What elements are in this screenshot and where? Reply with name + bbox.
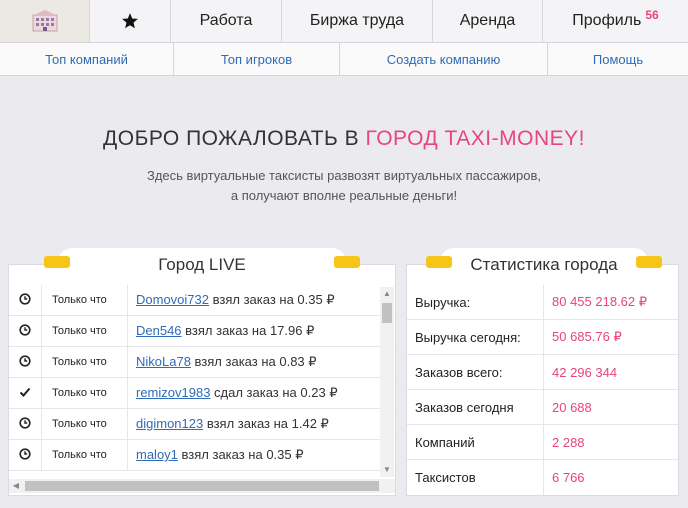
horizontal-scrollbar[interactable]: ◀	[9, 479, 395, 493]
notification-badge: 56	[645, 8, 659, 22]
link-top-players[interactable]: Топ игроков	[174, 43, 340, 75]
live-row-time: Только что	[42, 377, 128, 409]
live-row-icon-cell	[9, 346, 42, 378]
scroll-up-arrow-icon[interactable]: ▲	[380, 287, 394, 301]
nav-labor-exchange[interactable]: Биржа труда	[282, 0, 433, 42]
title-prefix: ДОБРО ПОЖАЛОВАТЬ В	[103, 127, 360, 150]
live-row-icon-cell	[9, 408, 42, 440]
live-feed-row: Только что maloy1 взял заказ на 0.35 ₽	[9, 439, 395, 471]
live-feed-row: Только что Domovoi732 взял заказ на 0.35 …	[9, 285, 395, 316]
live-row-message: remizov1983 сдал заказ на 0.23 ₽	[128, 385, 338, 401]
sub-navigation: Топ компаний Топ игроков Создать компани…	[0, 43, 688, 76]
page-title: ДОБРО ПОЖАЛОВАТЬ В ГОРОД TAXI-MONEY!	[0, 127, 688, 151]
stats-row: Выручка: 80 455 218.62 ₽	[407, 285, 678, 320]
live-row-action: взял заказ на 0.35 ₽	[177, 447, 304, 462]
city-building-icon	[31, 10, 58, 32]
vertical-scrollbar[interactable]: ▲ ▼	[380, 287, 394, 477]
live-row-icon-cell	[9, 315, 42, 347]
stats-row: Компаний 2 288	[407, 425, 678, 460]
live-row-message: digimon123 взял заказ на 1.42 ₽	[128, 416, 329, 432]
stats-table: Выручка: 80 455 218.62 ₽ Выручка сегодня: 5…	[407, 285, 678, 495]
live-row-action: взял заказ на 0.83 ₽	[190, 354, 317, 369]
nav-favorites[interactable]	[90, 0, 171, 42]
top-navigation: Работа Биржа труда Аренда Профиль 56	[0, 0, 688, 43]
live-row-action: сдал заказ на 0.23 ₽	[210, 385, 338, 400]
live-row-time: Только что	[42, 315, 128, 347]
stats-label: Заказов всего:	[407, 355, 544, 389]
live-feed-row: Только что NikoLa78 взял заказ на 0.83 ₽	[9, 346, 395, 378]
live-row-action: взял заказ на 1.42 ₽	[203, 416, 329, 431]
clock-icon	[19, 416, 31, 432]
stats-label: Компаний	[407, 425, 544, 459]
subtitle-line-1: Здесь виртуальные таксисты развозят вирт…	[146, 168, 542, 183]
star-icon	[122, 13, 138, 29]
live-feed-list[interactable]: Только что Domovoi732 взял заказ на 0.35 …	[9, 285, 395, 477]
live-row-message: maloy1 взял заказ на 0.35 ₽	[128, 447, 304, 463]
live-row-icon-cell	[9, 439, 42, 471]
live-row-message: Domovoi732 взял заказ на 0.35 ₽	[128, 292, 335, 308]
page-subtitle: Здесь виртуальные таксисты развозят вирт…	[0, 166, 688, 206]
nav-home[interactable]	[0, 0, 90, 42]
stats-value: 42 296 344	[552, 364, 618, 380]
live-row-message: NikoLa78 взял заказ на 0.83 ₽	[128, 354, 317, 370]
link-help[interactable]: Помощь	[548, 43, 688, 75]
link-create-company[interactable]: Создать компанию	[340, 43, 548, 75]
nav-work[interactable]: Работа	[171, 0, 282, 42]
clock-icon	[19, 292, 31, 308]
clock-icon	[19, 447, 31, 463]
live-panel-title: Город LIVE	[44, 248, 360, 276]
stats-label: Заказов сегодня	[407, 390, 544, 424]
check-icon	[19, 386, 31, 401]
stats-value: 80 455 218.62 ₽	[552, 294, 648, 309]
player-link[interactable]: Den546	[136, 323, 182, 338]
live-row-message: Den546 взял заказ на 17.96 ₽	[128, 323, 314, 339]
stats-label: Выручка:	[407, 285, 544, 319]
player-link[interactable]: digimon123	[136, 416, 203, 431]
link-top-companies[interactable]: Топ компаний	[0, 43, 174, 75]
player-link[interactable]: Domovoi732	[136, 292, 209, 307]
horizontal-scroll-thumb[interactable]	[25, 481, 379, 491]
live-row-time: Только что	[42, 346, 128, 378]
player-link[interactable]: remizov1983	[136, 385, 210, 400]
live-row-icon-cell	[9, 285, 42, 316]
stats-value: 2 288	[552, 434, 585, 450]
live-feed-panel: Только что Domovoi732 взял заказ на 0.35 …	[8, 264, 396, 496]
nav-profile-label: Профиль	[572, 12, 642, 29]
scroll-thumb[interactable]	[382, 303, 392, 323]
live-feed-row: Только что remizov1983 сдал заказ на 0.23…	[9, 377, 395, 409]
title-accent: ГОРОД TAXI-MONEY!	[365, 127, 585, 150]
stats-row: Выручка сегодня: 50 685.76 ₽	[407, 320, 678, 355]
stats-value: 6 766	[552, 470, 585, 485]
stats-label: Таксистов	[407, 460, 544, 495]
player-link[interactable]: maloy1	[136, 447, 178, 462]
nav-profile[interactable]: Профиль 56	[543, 0, 688, 42]
stats-row: Таксистов 6 766	[407, 460, 678, 495]
scroll-left-arrow-icon[interactable]: ◀	[9, 479, 23, 493]
stats-row: Заказов всего: 42 296 344	[407, 355, 678, 390]
live-feed-row: Только что Den546 взял заказ на 17.96 ₽	[9, 315, 395, 347]
live-row-icon-cell	[9, 377, 42, 409]
scroll-down-arrow-icon[interactable]: ▼	[380, 463, 394, 477]
live-row-time: Только что	[42, 439, 128, 471]
clock-icon	[19, 323, 31, 339]
player-link[interactable]: NikoLa78	[136, 354, 191, 369]
nav-rent[interactable]: Аренда	[433, 0, 543, 42]
stats-label: Выручка сегодня:	[407, 320, 544, 354]
stats-value: 50 685.76 ₽	[552, 329, 622, 344]
subtitle-line-2: а получают вполне реальные деньги!	[230, 188, 458, 203]
live-row-time: Только что	[42, 285, 128, 316]
live-feed-row: Только что digimon123 взял заказ на 1.42 …	[9, 408, 395, 440]
stats-value: 20 688	[552, 399, 592, 415]
stats-panel-title: Статистика города	[426, 248, 662, 276]
live-row-action: взял заказ на 0.35 ₽	[209, 292, 335, 307]
stats-row: Заказов сегодня 20 688	[407, 390, 678, 425]
city-stats-panel: Выручка: 80 455 218.62 ₽ Выручка сегодня: 5…	[406, 264, 679, 496]
live-row-time: Только что	[42, 408, 128, 440]
clock-icon	[19, 354, 31, 370]
live-row-action: взял заказ на 17.96 ₽	[181, 323, 315, 338]
